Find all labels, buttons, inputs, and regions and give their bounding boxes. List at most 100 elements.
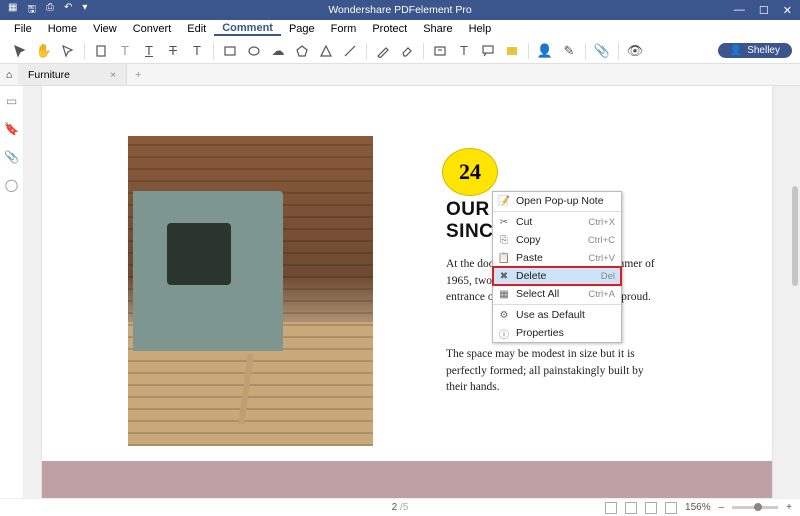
vertical-scrollbar[interactable] xyxy=(792,186,798,286)
menu-edit[interactable]: Edit xyxy=(179,23,214,35)
page-heading: OUR SINC xyxy=(446,199,493,243)
page-footer-band xyxy=(42,461,772,498)
qat-dropdown-icon[interactable]: ▾ xyxy=(82,2,87,19)
view-mode-single-icon[interactable] xyxy=(605,502,617,514)
ctx-open-popup-note[interactable]: 📝 Open Pop-up Note xyxy=(493,192,621,210)
ctx-separator xyxy=(493,211,621,212)
view-mode-facing-icon[interactable] xyxy=(645,502,657,514)
highlight-annotation[interactable]: 24 xyxy=(442,148,498,196)
ctx-use-as-default[interactable]: ⚙ Use as Default xyxy=(493,306,621,324)
zoom-slider[interactable] xyxy=(732,506,778,509)
paste-icon: 📋 xyxy=(497,251,511,265)
menubar: File Home View Convert Edit Comment Page… xyxy=(0,20,800,38)
pdf-page[interactable]: 24 OUR SINC At the door of a quaint Vanc… xyxy=(42,86,772,498)
document-tab[interactable]: Furniture × xyxy=(18,64,127,85)
ctx-separator xyxy=(493,304,621,305)
body-paragraph-2: The space may be modest in size but it i… xyxy=(446,346,656,396)
properties-icon: ⓘ xyxy=(497,326,511,340)
select-tool-icon[interactable] xyxy=(12,43,28,59)
new-tab-button[interactable]: + xyxy=(127,69,149,81)
triangle-shape-icon[interactable] xyxy=(318,43,334,59)
view-mode-facing-continuous-icon[interactable] xyxy=(665,502,677,514)
furniture-photo xyxy=(128,136,373,446)
pencil-icon[interactable] xyxy=(375,43,391,59)
quick-access-toolbar: ▦ 🖫 ⎙ ↶ ▾ xyxy=(0,2,87,19)
heading-line-1: OUR xyxy=(446,199,493,221)
underline-icon[interactable]: T xyxy=(141,43,157,59)
hand-tool-icon[interactable]: ✋ xyxy=(36,43,52,59)
eraser-icon[interactable] xyxy=(399,43,415,59)
ctx-properties[interactable]: ⓘ Properties xyxy=(493,324,621,342)
view-mode-continuous-icon[interactable] xyxy=(625,502,637,514)
comments-panel-icon[interactable]: ◯ xyxy=(5,178,18,192)
undo-icon[interactable]: ↶ xyxy=(64,2,72,19)
typewriter-icon[interactable]: T xyxy=(456,43,472,59)
menu-form[interactable]: Form xyxy=(323,23,365,35)
stamp-icon[interactable]: 👤 xyxy=(537,43,553,59)
tab-label: Furniture xyxy=(28,69,70,81)
ctx-select-all[interactable]: ▦ Select All Ctrl+A xyxy=(493,285,621,303)
close-button[interactable]: ✕ xyxy=(783,4,792,17)
bookmarks-icon[interactable]: 🔖 xyxy=(4,122,19,136)
zoom-value: 156% xyxy=(685,502,711,513)
area-highlight-icon[interactable] xyxy=(504,43,520,59)
maximize-button[interactable]: ☐ xyxy=(759,4,769,17)
menu-page[interactable]: Page xyxy=(281,23,323,35)
copy-icon: ⎘ xyxy=(497,233,511,247)
app-logo-icon: ▦ xyxy=(8,2,17,19)
user-pill[interactable]: 👤 Shelley xyxy=(718,43,792,58)
edit-tool-icon[interactable] xyxy=(60,43,76,59)
cut-icon: ✂ xyxy=(497,215,511,229)
home-tab-icon[interactable]: ⌂ xyxy=(0,69,18,81)
couch-graphic xyxy=(133,191,283,351)
cloud-shape-icon[interactable]: ☁ xyxy=(270,43,286,59)
titlebar: ▦ 🖫 ⎙ ↶ ▾ Wondershare PDFelement Pro — ☐… xyxy=(0,0,800,20)
thumbnails-icon[interactable]: ▭ xyxy=(6,94,17,108)
print-icon[interactable]: ⎙ xyxy=(46,2,54,19)
menu-home[interactable]: Home xyxy=(40,23,85,35)
callout-icon[interactable] xyxy=(480,43,496,59)
menu-convert[interactable]: Convert xyxy=(125,23,180,35)
ctx-delete[interactable]: ✖ Delete Del xyxy=(493,267,621,285)
rectangle-shape-icon[interactable] xyxy=(222,43,238,59)
textbox-icon[interactable] xyxy=(432,43,448,59)
page-indicator[interactable]: 2 /5 xyxy=(392,502,409,513)
ctx-cut[interactable]: ✂ Cut Ctrl+X xyxy=(493,213,621,231)
window-title: Wondershare PDFelement Pro xyxy=(328,4,471,16)
hide-comments-icon[interactable]: 👁 xyxy=(627,43,643,59)
sticky-note-icon[interactable] xyxy=(93,43,109,59)
menu-comment[interactable]: Comment xyxy=(214,22,281,36)
user-name: Shelley xyxy=(747,45,780,56)
menu-help[interactable]: Help xyxy=(461,23,500,35)
menu-protect[interactable]: Protect xyxy=(364,23,415,35)
ctx-copy[interactable]: ⎘ Copy Ctrl+C xyxy=(493,231,621,249)
caret-icon[interactable]: T xyxy=(189,43,205,59)
oval-shape-icon[interactable] xyxy=(246,43,262,59)
attachment-icon[interactable]: 📎 xyxy=(594,43,610,59)
ctx-paste[interactable]: 📋 Paste Ctrl+V xyxy=(493,249,621,267)
signature-icon[interactable]: ✎ xyxy=(561,43,577,59)
menu-file[interactable]: File xyxy=(6,23,40,35)
minimize-button[interactable]: — xyxy=(734,4,745,17)
polygon-shape-icon[interactable] xyxy=(294,43,310,59)
context-menu: 📝 Open Pop-up Note ✂ Cut Ctrl+X ⎘ Copy C… xyxy=(492,191,622,343)
default-icon: ⚙ xyxy=(497,308,511,322)
zoom-out-button[interactable]: – xyxy=(719,502,725,513)
side-panel: ▭ 🔖 📎 ◯ xyxy=(0,86,24,498)
line-shape-icon[interactable] xyxy=(342,43,358,59)
select-all-icon: ▦ xyxy=(497,287,511,301)
document-tabbar: ⌂ Furniture × + xyxy=(0,64,800,86)
comment-toolbar: ✋ T T T T ☁ T 👤 ✎ 📎 👁 👤 xyxy=(0,38,800,64)
document-canvas[interactable]: 24 OUR SINC At the door of a quaint Vanc… xyxy=(24,86,800,498)
note-icon: 📝 xyxy=(497,194,511,208)
zoom-in-button[interactable]: + xyxy=(786,502,792,513)
delete-icon: ✖ xyxy=(497,269,511,283)
save-icon[interactable]: 🖫 xyxy=(27,2,36,19)
menu-view[interactable]: View xyxy=(85,23,125,35)
menu-share[interactable]: Share xyxy=(415,23,460,35)
statusbar: 2 /5 156% – + xyxy=(0,498,800,516)
strikethrough-icon[interactable]: T xyxy=(165,43,181,59)
attachments-panel-icon[interactable]: 📎 xyxy=(4,150,19,164)
highlight-icon[interactable]: T xyxy=(117,43,133,59)
tab-close-icon[interactable]: × xyxy=(110,69,116,81)
